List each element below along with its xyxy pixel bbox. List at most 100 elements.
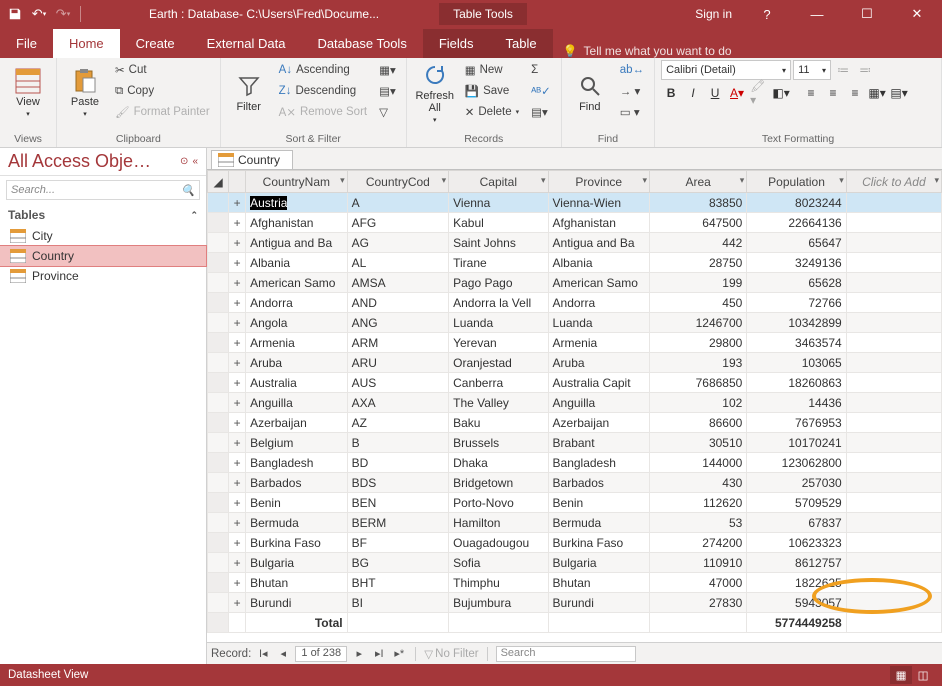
- row-selector[interactable]: [208, 573, 229, 593]
- table-row[interactable]: +BermudaBERMHamiltonBermuda5367837: [208, 513, 942, 533]
- nav-item-city[interactable]: City: [0, 226, 206, 246]
- gridlines-button[interactable]: ▦▾: [867, 83, 887, 103]
- table-row[interactable]: +BarbadosBDSBridgetownBarbados430257030: [208, 473, 942, 493]
- column-dropdown-icon[interactable]: ▾: [643, 175, 648, 186]
- bullets-icon[interactable]: ≔: [833, 60, 853, 80]
- row-selector[interactable]: [208, 193, 229, 213]
- column-dropdown-icon[interactable]: ▾: [340, 175, 345, 186]
- font-size-select[interactable]: 11▾: [793, 60, 831, 80]
- table-row[interactable]: +Antigua and BaAGSaint JohnsAntigua and …: [208, 233, 942, 253]
- row-selector[interactable]: [208, 593, 229, 613]
- align-right-button[interactable]: ≡: [845, 83, 865, 103]
- nav-item-country[interactable]: Country: [0, 246, 206, 266]
- expand-row-button[interactable]: +: [229, 293, 246, 313]
- table-row[interactable]: +BulgariaBGSofiaBulgaria1109108612757: [208, 553, 942, 573]
- row-selector[interactable]: [208, 533, 229, 553]
- expand-row-button[interactable]: +: [229, 433, 246, 453]
- row-selector[interactable]: [208, 393, 229, 413]
- column-dropdown-icon[interactable]: ▾: [934, 175, 939, 186]
- table-row[interactable]: +AustriaAViennaVienna-Wien838508023244: [208, 193, 942, 213]
- find-button[interactable]: Find: [568, 60, 612, 126]
- data-grid[interactable]: ◢ CountryNam▾CountryCod▾Capital▾Province…: [207, 170, 942, 633]
- table-row[interactable]: +BeninBENPorto-NovoBenin1126205709529: [208, 493, 942, 513]
- spelling-button[interactable]: ᴬᴮ✓: [527, 81, 555, 101]
- tab-fields[interactable]: Fields: [423, 29, 490, 58]
- row-selector[interactable]: [208, 273, 229, 293]
- paste-button[interactable]: Paste ▾: [63, 60, 107, 126]
- table-row[interactable]: +BurundiBIBujumburaBurundi278305943057: [208, 593, 942, 613]
- expand-row-button[interactable]: +: [229, 413, 246, 433]
- table-row[interactable]: +ArmeniaARMYerevanArmenia298003463574: [208, 333, 942, 353]
- column-dropdown-icon[interactable]: ▾: [839, 175, 844, 186]
- expand-row-button[interactable]: +: [229, 393, 246, 413]
- row-selector[interactable]: [208, 213, 229, 233]
- expand-row-button[interactable]: +: [229, 453, 246, 473]
- expand-row-button[interactable]: +: [229, 353, 246, 373]
- expand-row-button[interactable]: +: [229, 493, 246, 513]
- table-row[interactable]: +AndorraANDAndorra la VellAndorra4507276…: [208, 293, 942, 313]
- expand-row-button[interactable]: +: [229, 273, 246, 293]
- row-selector[interactable]: [208, 473, 229, 493]
- sort-desc-button[interactable]: Z↓Descending: [275, 81, 371, 101]
- cut-button[interactable]: ✂Cut: [111, 60, 214, 80]
- table-row[interactable]: +AlbaniaALTiraneAlbania287503249136: [208, 253, 942, 273]
- row-selector[interactable]: [208, 553, 229, 573]
- table-row[interactable]: +BelgiumBBrusselsBrabant3051010170241: [208, 433, 942, 453]
- table-row[interactable]: +American SamoAMSAPago PagoAmerican Samo…: [208, 273, 942, 293]
- totals-button[interactable]: Σ: [527, 60, 555, 80]
- minimize-icon[interactable]: ―: [802, 0, 832, 28]
- first-record-button[interactable]: I◂: [255, 646, 271, 662]
- selection-filter-button[interactable]: ▦▾: [375, 60, 400, 80]
- table-row[interactable]: +BhutanBHTThimphuBhutan470001822625: [208, 573, 942, 593]
- expand-row-button[interactable]: +: [229, 313, 246, 333]
- table-row[interactable]: +AustraliaAUSCanberraAustralia Capit7686…: [208, 373, 942, 393]
- advanced-filter-button[interactable]: ▤▾: [375, 81, 400, 101]
- column-header[interactable]: Province▾: [548, 171, 650, 193]
- column-header[interactable]: Population▾: [747, 171, 846, 193]
- nav-pin-icon[interactable]: ⊙: [180, 156, 188, 167]
- row-selector[interactable]: [208, 433, 229, 453]
- row-selector[interactable]: [208, 453, 229, 473]
- help-icon[interactable]: ?: [752, 0, 782, 28]
- replace-button[interactable]: ab↔: [616, 60, 648, 80]
- fill-color-button[interactable]: ◧▾: [771, 83, 791, 103]
- tab-database-tools[interactable]: Database Tools: [301, 29, 422, 58]
- expand-row-button[interactable]: +: [229, 513, 246, 533]
- row-selector[interactable]: [208, 413, 229, 433]
- table-row[interactable]: +ArubaARUOranjestadAruba193103065: [208, 353, 942, 373]
- expand-row-button[interactable]: +: [229, 473, 246, 493]
- column-header[interactable]: Area▾: [650, 171, 747, 193]
- expand-row-button[interactable]: +: [229, 233, 246, 253]
- expand-row-button[interactable]: +: [229, 373, 246, 393]
- new-record-nav-button[interactable]: ▸*: [391, 646, 407, 662]
- column-dropdown-icon[interactable]: ▾: [740, 175, 745, 186]
- totals-row[interactable]: Total5774449258: [208, 613, 942, 633]
- underline-button[interactable]: U: [705, 83, 725, 103]
- design-view-switch[interactable]: ◫: [912, 666, 934, 684]
- numbering-icon[interactable]: ≕: [855, 60, 875, 80]
- row-selector[interactable]: [208, 493, 229, 513]
- column-header[interactable]: Click to Add▾: [846, 171, 941, 193]
- expand-row-button[interactable]: +: [229, 213, 246, 233]
- delete-record-button[interactable]: ✕Delete ▾: [461, 102, 523, 122]
- copy-button[interactable]: ⧉Copy: [111, 81, 214, 101]
- new-record-button[interactable]: ▦New: [461, 60, 523, 80]
- undo-icon[interactable]: ↶▾: [30, 5, 48, 23]
- view-button[interactable]: View ▾: [6, 60, 50, 126]
- nav-group-tables[interactable]: Tables ⌃: [0, 204, 206, 226]
- table-row[interactable]: +BangladeshBDDhakaBangladesh144000123062…: [208, 453, 942, 473]
- filter-button[interactable]: Filter: [227, 60, 271, 126]
- toggle-filter-button[interactable]: ▽: [375, 102, 400, 122]
- tab-file[interactable]: File: [0, 29, 53, 58]
- font-color-button[interactable]: A▾: [727, 83, 747, 103]
- font-select[interactable]: Calibri (Detail)▾: [661, 60, 791, 80]
- select-button[interactable]: ▭ ▾: [616, 102, 648, 122]
- column-dropdown-icon[interactable]: ▾: [541, 175, 546, 186]
- table-row[interactable]: +Burkina FasoBFOuagadougouBurkina Faso27…: [208, 533, 942, 553]
- expand-row-button[interactable]: +: [229, 533, 246, 553]
- tab-home[interactable]: Home: [53, 29, 120, 58]
- record-position-input[interactable]: 1 of 238: [295, 646, 347, 662]
- row-selector[interactable]: [208, 353, 229, 373]
- highlight-button[interactable]: 🖍▾: [749, 83, 769, 103]
- row-selector[interactable]: [208, 293, 229, 313]
